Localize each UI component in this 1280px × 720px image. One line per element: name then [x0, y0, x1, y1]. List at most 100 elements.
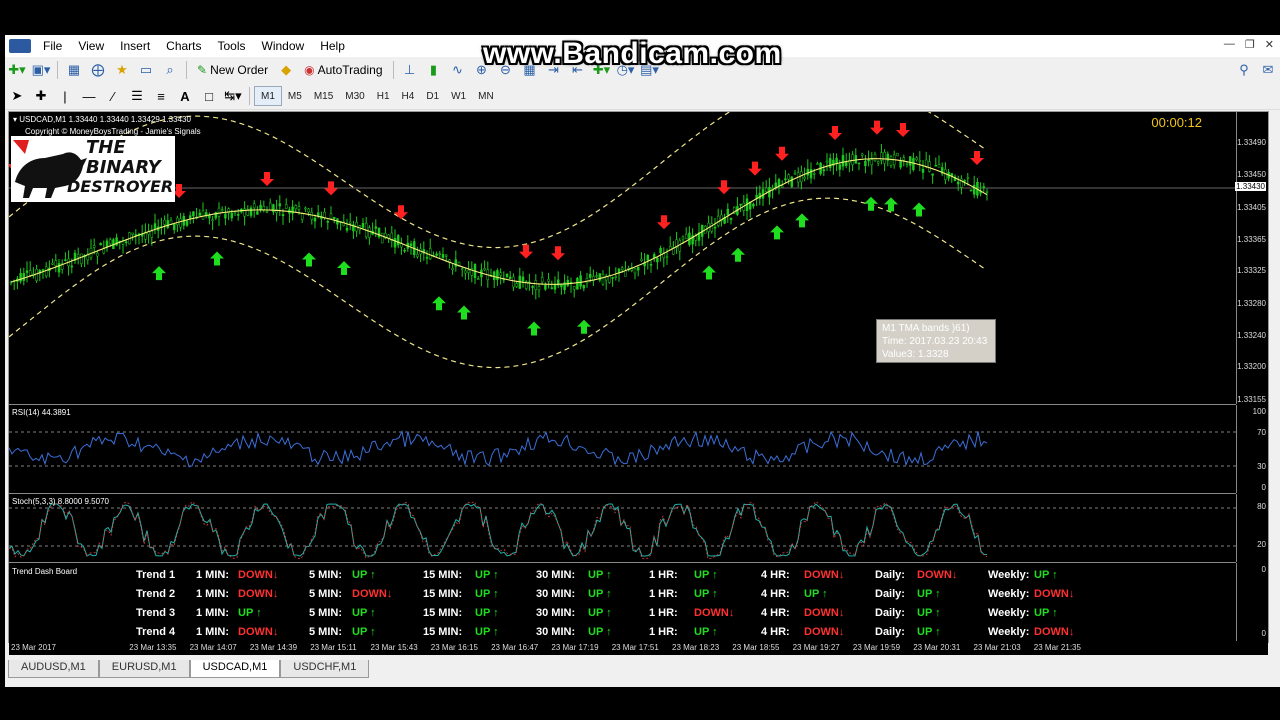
tab-usdchf[interactable]: USDCHF,M1 — [280, 660, 370, 678]
candlestick — [192, 211, 195, 224]
candlestick — [403, 247, 406, 253]
bar-chart-icon[interactable]: ⊥ — [400, 60, 420, 80]
trendline-icon[interactable]: ∕ — [103, 86, 123, 106]
arrows-icon[interactable]: ↹▾ — [223, 86, 243, 106]
channel-icon[interactable]: ☰ — [127, 86, 147, 106]
data-window-icon[interactable]: ⨁ — [88, 60, 108, 80]
menu-file[interactable]: File — [35, 39, 70, 53]
chart-window[interactable]: ▾ USDCAD,M1 1.33440 1.33440 1.33429 1.33… — [8, 111, 1269, 655]
timeframe-m1[interactable]: M1 — [254, 86, 282, 106]
trend-status: UP ↑ — [475, 626, 499, 638]
crosshair-icon[interactable]: ✚ — [31, 86, 51, 106]
fibonacci-icon[interactable]: ≡ — [151, 86, 171, 106]
recording-watermark: www.Bandicam.com — [483, 37, 782, 70]
candlestick — [905, 162, 909, 168]
price-axis[interactable]: 1.33490 1.33450 1.33430 1.33405 1.33365 … — [1235, 112, 1268, 404]
trend-status: DOWN↓ — [917, 569, 958, 581]
time-tick: 23 Mar 21:35 — [1033, 643, 1081, 652]
tab-eurusd[interactable]: EURUSD,M1 — [98, 660, 190, 678]
candlestick — [272, 203, 275, 215]
candlestick-icon[interactable]: ▮ — [424, 60, 444, 80]
candlestick — [521, 271, 525, 288]
vertical-line-icon[interactable]: | — [55, 86, 75, 106]
menu-insert[interactable]: Insert — [112, 39, 158, 53]
minimize-icon[interactable]: — — [1224, 38, 1235, 51]
new-chart-icon[interactable]: ✚▾ — [7, 60, 27, 80]
candlestick — [896, 152, 899, 157]
chat-icon[interactable]: ✉ — [1258, 60, 1278, 80]
candlestick — [416, 246, 419, 259]
menu-tools[interactable]: Tools — [210, 39, 254, 53]
candlestick — [684, 227, 688, 240]
menu-help[interactable]: Help — [312, 39, 353, 53]
tab-audusd[interactable]: AUDUSD,M1 — [8, 660, 99, 678]
time-axis[interactable]: 23 Mar 2017 23 Mar 13:35 23 Mar 14:07 23 Ma… — [9, 641, 1268, 655]
timeframe-label: 5 MIN: — [309, 607, 342, 619]
new-order-button[interactable]: ✎ New Order — [193, 60, 272, 80]
rsi-tick: 0 — [1261, 483, 1266, 492]
trend-status: UP ↑ — [917, 607, 941, 619]
terminal-icon[interactable]: ▭ — [136, 60, 156, 80]
timeframe-m5[interactable]: M5 — [282, 87, 308, 105]
candlestick — [611, 276, 614, 287]
timeframe-m15[interactable]: M15 — [308, 87, 339, 105]
navigator-icon[interactable]: ★ — [112, 60, 132, 80]
timeframe-m30[interactable]: M30 — [339, 87, 370, 105]
candlestick — [675, 231, 678, 254]
timeframe-d1[interactable]: D1 — [420, 87, 445, 105]
sell-arrow-icon — [870, 120, 884, 135]
candlestick — [304, 206, 307, 213]
timeframe-label: Daily: — [875, 569, 905, 581]
search-icon[interactable]: ⚲ — [1234, 60, 1254, 80]
candlestick — [800, 165, 803, 190]
autotrading-button[interactable]: ◉ AutoTrading — [300, 60, 386, 80]
candlestick — [729, 217, 733, 225]
price-chart[interactable] — [9, 112, 1236, 404]
candlestick — [428, 238, 432, 261]
rsi-pane[interactable]: RSI(14) 44.3891 — [9, 405, 1236, 494]
menu-charts[interactable]: Charts — [158, 39, 209, 53]
timeframe-w1[interactable]: W1 — [445, 87, 472, 105]
market-watch-icon[interactable]: ▦ — [64, 60, 84, 80]
rsi-chart[interactable] — [9, 405, 1236, 493]
line-chart-icon[interactable]: ∿ — [448, 60, 468, 80]
candlestick — [99, 242, 102, 246]
menu-view[interactable]: View — [70, 39, 112, 53]
timeframe-mn[interactable]: MN — [472, 87, 500, 105]
candlestick — [582, 284, 586, 292]
candlestick — [656, 256, 659, 270]
candlestick — [835, 153, 838, 172]
timeframe-h4[interactable]: H4 — [396, 87, 421, 105]
trend-status: UP ↑ — [475, 607, 499, 619]
cursor-icon[interactable]: ➤ — [7, 86, 27, 106]
horizontal-line-icon[interactable]: — — [79, 86, 99, 106]
menu-window[interactable]: Window — [254, 39, 313, 53]
dashboard-row: Trend 2 1 MIN: DOWN↓ 5 MIN: DOWN↓ 15 MIN: UP ↑… — [9, 588, 1236, 606]
close-icon[interactable]: ✕ — [1265, 38, 1274, 51]
candle-timer: 00:00:12 — [1151, 115, 1202, 130]
candlestick — [745, 193, 749, 220]
profiles-icon[interactable]: ▣▾ — [31, 60, 51, 80]
price-pane[interactable]: ▾ USDCAD,M1 1.33440 1.33440 1.33429 1.33… — [9, 112, 1236, 405]
stochastic-pane[interactable]: Stoch(5,3,3) 8.8000 9.5070 — [9, 494, 1236, 563]
stoch-tick: 20 — [1257, 540, 1266, 549]
candlestick — [460, 266, 464, 277]
candlestick — [320, 211, 323, 228]
trend-status: DOWN↓ — [804, 569, 845, 581]
candlestick — [396, 234, 400, 249]
text-label-icon[interactable]: □ — [199, 86, 219, 106]
candlestick — [979, 182, 982, 197]
tester-icon[interactable]: ⌕ — [160, 60, 180, 80]
candlestick — [854, 148, 858, 164]
text-icon[interactable]: A — [175, 86, 195, 106]
chart-tabs: AUDUSD,M1 EURUSD,M1 USDCAD,M1 USDCHF,M1 — [8, 660, 370, 678]
trend-status: UP ↑ — [352, 569, 376, 581]
metaeditor-icon[interactable]: ◆ — [276, 60, 296, 80]
timeframe-h1[interactable]: H1 — [371, 87, 396, 105]
restore-icon[interactable]: ❐ — [1245, 38, 1255, 51]
tab-usdcad[interactable]: USDCAD,M1 — [189, 660, 281, 678]
candlestick — [419, 243, 422, 263]
stochastic-chart[interactable] — [9, 494, 1236, 562]
sell-arrow-icon — [828, 126, 842, 141]
time-tick: 23 Mar 2017 — [11, 643, 56, 652]
